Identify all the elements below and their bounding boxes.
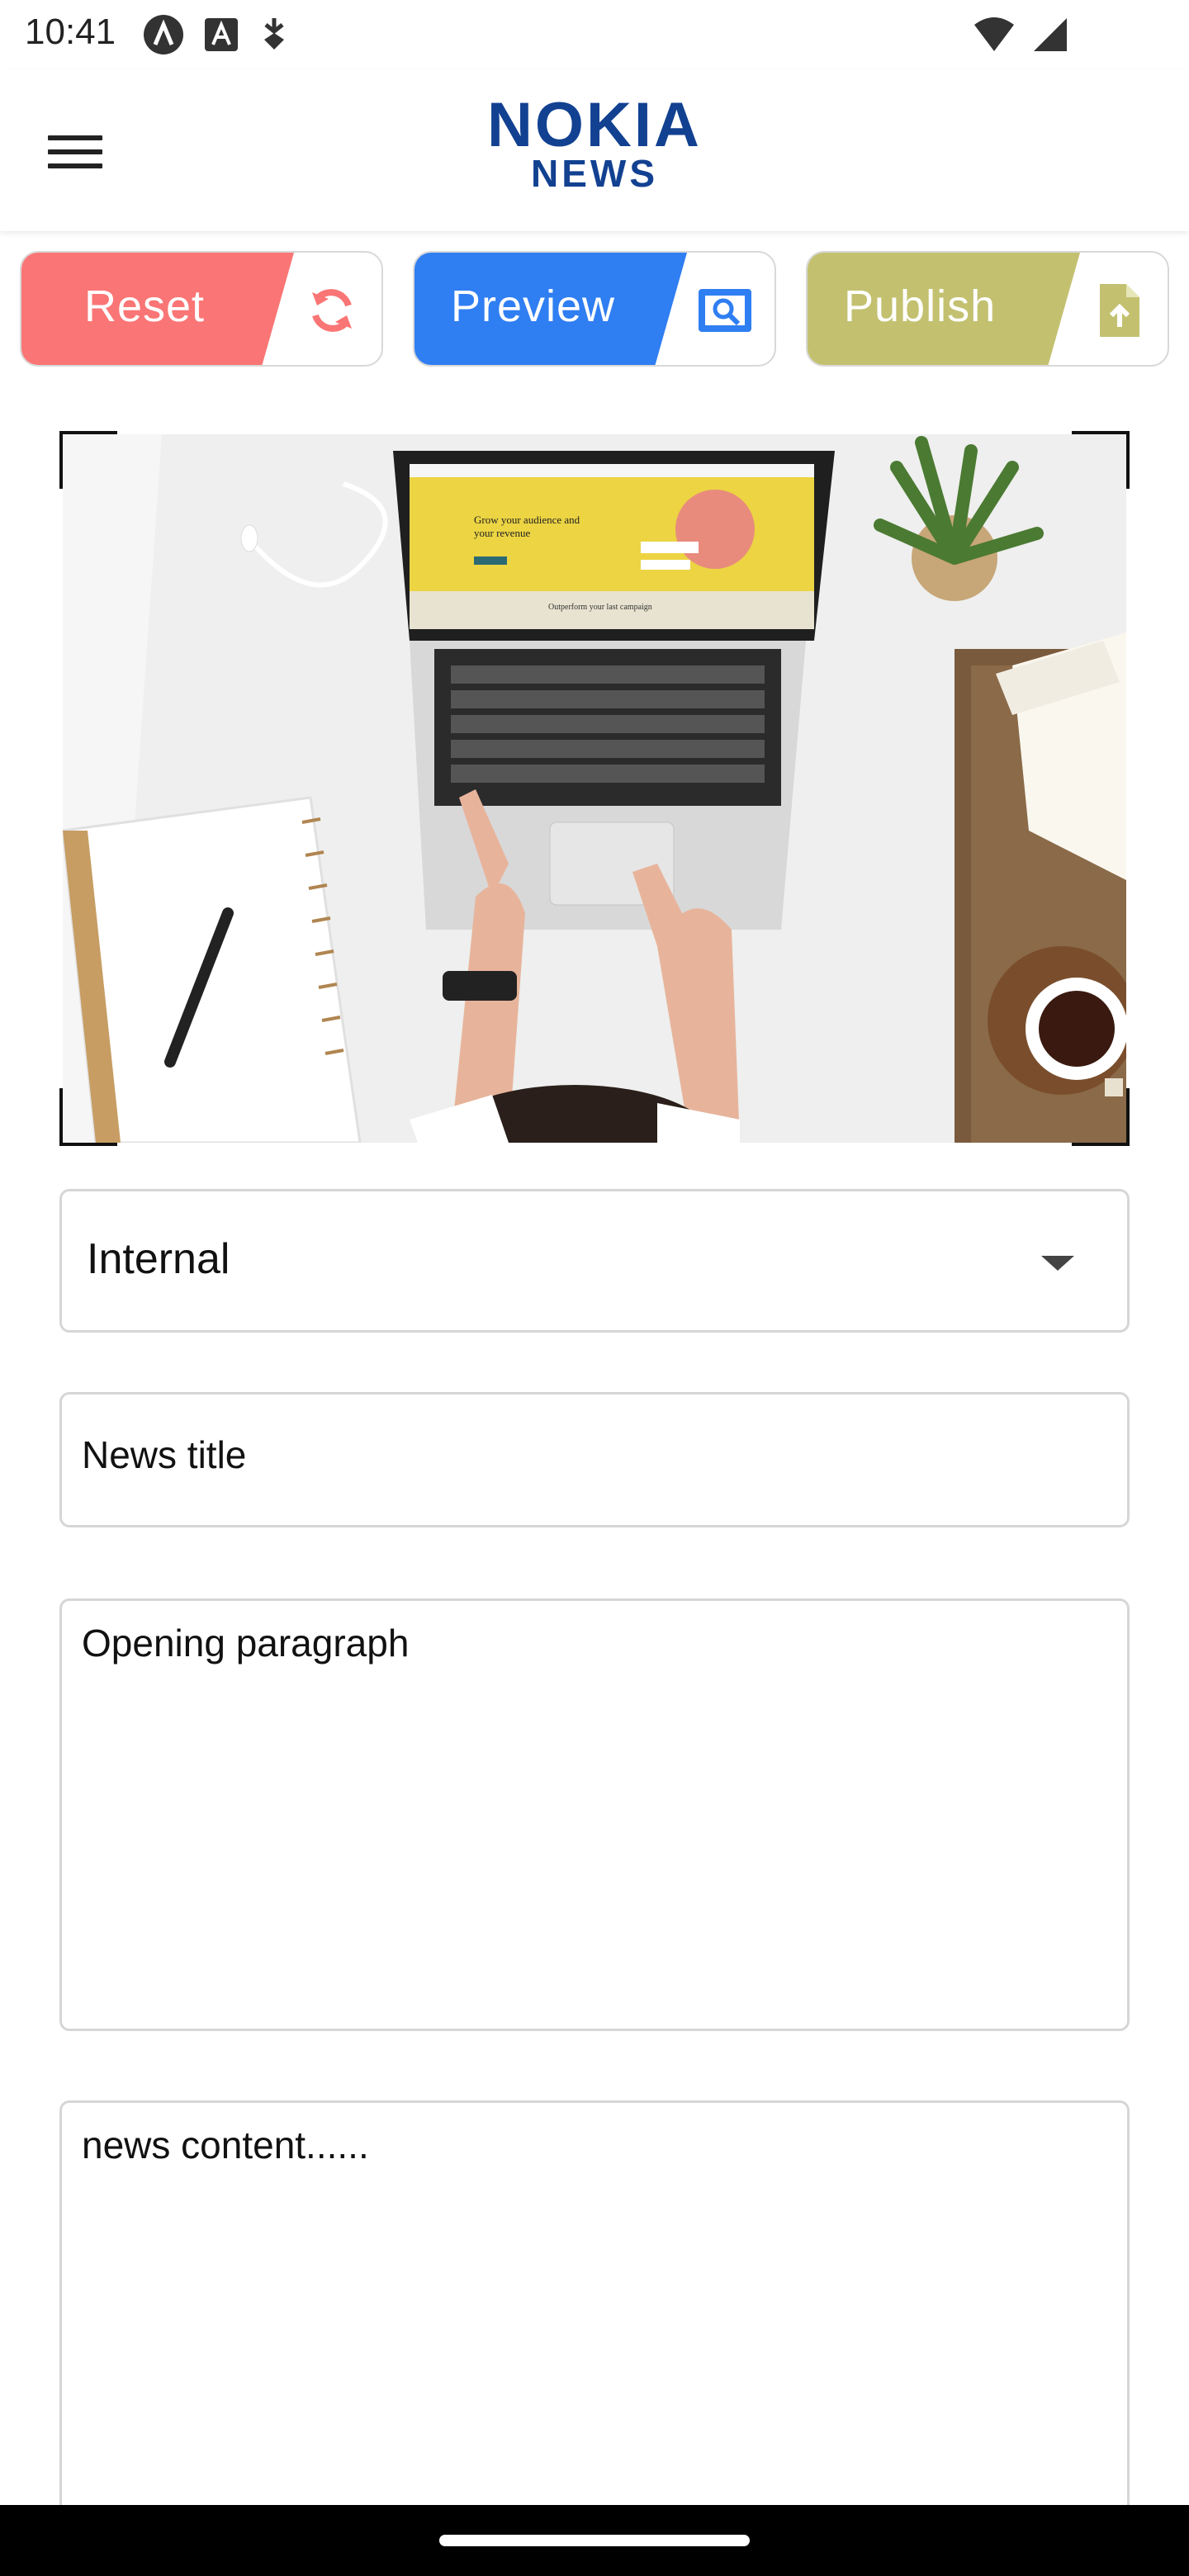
preview-button-label: Preview (451, 282, 616, 331)
crop-corner-bottom-left (59, 1088, 117, 1146)
logo-bottom-text: NEWS (531, 152, 658, 195)
system-navigation-bar (0, 2505, 1189, 2576)
status-icons-left (142, 12, 291, 58)
crop-corner-bottom-right (1072, 1088, 1130, 1146)
dropdown-arrow-icon (1041, 1256, 1074, 1271)
news-title-placeholder: News title (82, 1433, 247, 1476)
logo-top-text: NOKIA (487, 90, 702, 160)
action-toolbar: Reset Preview Publish (20, 251, 1169, 367)
publish-button[interactable]: Publish (806, 251, 1169, 367)
status-icons-right (973, 12, 1068, 58)
category-select-value: Internal (87, 1235, 230, 1283)
status-bar: 10:41 (0, 0, 1189, 69)
category-select[interactable]: Internal (59, 1189, 1130, 1333)
screen-headline-1: Grow your audience and (474, 514, 580, 526)
publish-button-label: Publish (844, 282, 997, 331)
font-a-icon (205, 18, 238, 51)
crop-corner-top-left (59, 431, 117, 489)
reset-button[interactable]: Reset (20, 251, 383, 367)
photo-illustration: Grow your audience and your revenue Outp… (63, 434, 1126, 1143)
signal-icon (1034, 18, 1067, 51)
refresh-icon (312, 289, 352, 332)
crop-corner-top-right (1072, 431, 1130, 489)
app-header: NOKIA NEWS (0, 69, 1189, 231)
laptop-workspace-photo: Grow your audience and your revenue Outp… (63, 434, 1126, 1143)
status-time: 10:41 (25, 12, 116, 52)
hamburger-menu-icon[interactable] (48, 135, 102, 173)
home-gesture-handle[interactable] (439, 2535, 750, 2546)
news-title-input[interactable]: News title (59, 1392, 1130, 1527)
screen-headline-2: your revenue (474, 527, 530, 539)
opening-paragraph-textarea[interactable]: Opening paragraph (59, 1598, 1130, 2031)
nokia-news-logo: NOKIA NEWS (446, 90, 743, 195)
reset-button-label: Reset (84, 282, 206, 331)
wifi-icon (974, 17, 1014, 51)
opening-paragraph-placeholder: Opening paragraph (82, 1622, 410, 1664)
app-a-icon (144, 15, 183, 54)
sync-icon (264, 18, 284, 50)
news-image-frame[interactable]: Grow your audience and your revenue Outp… (59, 431, 1130, 1146)
screen-tagline: Outperform your last campaign (548, 603, 652, 612)
publish-file-icon (1100, 284, 1139, 337)
preview-button[interactable]: Preview (413, 251, 776, 367)
news-content-placeholder: news content...... (82, 2124, 369, 2166)
preview-icon (699, 289, 751, 332)
